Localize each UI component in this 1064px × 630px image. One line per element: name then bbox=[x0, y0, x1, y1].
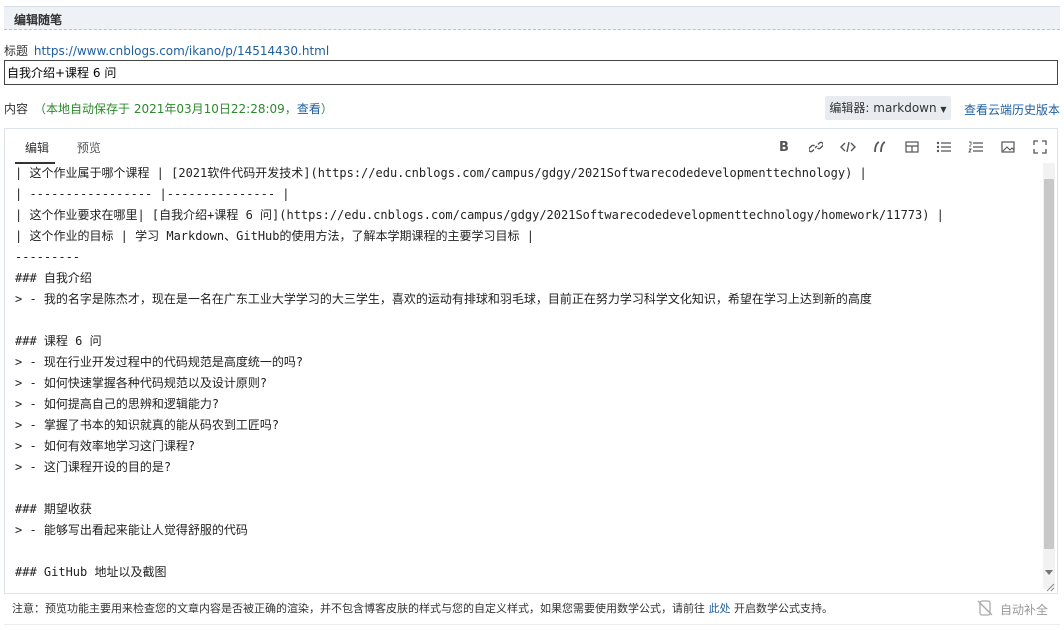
autocomplete-toggle[interactable]: 自动补全 bbox=[976, 599, 1048, 620]
editor-line: ### 自我介绍 bbox=[15, 271, 92, 285]
editor-line: > - 我的名字是陈杰才，现在是一名在广东工业大学学习的大三学生，喜欢的运动有排… bbox=[15, 292, 872, 306]
edit-post-header: 编辑随笔 bbox=[4, 6, 1060, 30]
chevron-down-icon: ▼ bbox=[940, 105, 947, 114]
cloud-history-link[interactable]: 查看云端历史版本 bbox=[964, 101, 1060, 118]
math-settings-link[interactable]: 此处 bbox=[709, 602, 731, 615]
resize-handle-icon[interactable] bbox=[1045, 581, 1055, 592]
editor-line: > - 如何提高自己的思辨和逻辑能力? bbox=[15, 397, 220, 411]
autosave-view-link[interactable]: 查看 bbox=[297, 102, 321, 116]
autosave-text: （本地自动保存于 2021年03月10日22:28:09，查看） bbox=[34, 102, 333, 116]
editor-line: > - 能够写出看起来能让人觉得舒服的代码 bbox=[15, 523, 248, 537]
editor-line: | 这个作业要求在哪里| [自我介绍+课程 6 问](https://edu.c… bbox=[15, 208, 944, 222]
editor-line: | 这个作业属于哪个课程 | [2021软件代码开发技术](https://ed… bbox=[15, 166, 867, 180]
editor-line: > - 如何快速掌握各种代码规范以及设计原则? bbox=[15, 376, 268, 390]
editor-line: ### GitHub 地址以及截图 bbox=[15, 565, 167, 579]
editor-toolbar: B bbox=[775, 138, 1049, 156]
scrollbar-thumb[interactable] bbox=[1044, 179, 1054, 549]
preview-note: 注意：预览功能主要用来检查您的文章内容是否被正确的渲染，并不包含博客皮肤的样式与… bbox=[12, 602, 833, 615]
content-row: 内容 （本地自动保存于 2021年03月10日22:28:09，查看） bbox=[4, 100, 333, 117]
title-row: 标题 https://www.cnblogs.com/ikano/p/14514… bbox=[4, 42, 329, 59]
editor-line: > - 如何有效率地学习这门课程? bbox=[15, 439, 196, 453]
divider bbox=[4, 624, 1060, 625]
editor-line: > - 现在行业开发过程中的代码规范是高度统一的吗? bbox=[15, 355, 304, 369]
code-icon[interactable] bbox=[839, 138, 857, 156]
tab-edit[interactable]: 编辑 bbox=[15, 139, 56, 164]
scroll-down-arrow-icon[interactable] bbox=[1045, 570, 1053, 575]
editor-line: ### 课程 6 问 bbox=[15, 334, 102, 348]
post-url-link[interactable]: https://www.cnblogs.com/ikano/p/14514430… bbox=[34, 44, 329, 58]
image-icon[interactable] bbox=[999, 138, 1017, 156]
editor-line: --------- bbox=[15, 250, 81, 264]
link-icon[interactable] bbox=[807, 138, 825, 156]
header-title: 编辑随笔 bbox=[14, 13, 63, 27]
editor-type-dropdown[interactable]: 编辑器: markdown ▼ bbox=[825, 96, 951, 120]
editor-scrollbar[interactable] bbox=[1043, 163, 1055, 589]
content-label: 内容 bbox=[4, 102, 29, 116]
markdown-editor: 编辑 预览 B | 这个作业属于哪个课程 | [2021软件代码开发技术](ht… bbox=[4, 128, 1058, 594]
markdown-textarea[interactable]: | 这个作业属于哪个课程 | [2021软件代码开发技术](https://ed… bbox=[15, 163, 1033, 583]
ordered-list-icon[interactable] bbox=[967, 138, 985, 156]
quote-icon[interactable] bbox=[871, 138, 889, 156]
tab-preview[interactable]: 预览 bbox=[77, 139, 101, 162]
editor-line: ### 期望收获 bbox=[15, 502, 92, 516]
table-icon[interactable] bbox=[903, 138, 921, 156]
editor-line: > - 掌握了书本的知识就真的能从码农到工匠吗? bbox=[15, 418, 280, 432]
title-label: 标题 bbox=[4, 44, 29, 58]
bold-button[interactable]: B bbox=[775, 138, 793, 156]
bullet-list-icon[interactable] bbox=[935, 138, 953, 156]
editor-line: > - 这门课程开设的目的是? bbox=[15, 460, 172, 474]
title-input[interactable] bbox=[4, 60, 1058, 85]
fullscreen-icon[interactable] bbox=[1031, 138, 1049, 156]
autocomplete-off-icon bbox=[976, 599, 994, 620]
autocomplete-label: 自动补全 bbox=[1000, 603, 1049, 617]
editor-tabs: 编辑 预览 bbox=[15, 139, 119, 164]
editor-line: | ----------------- |--------------- | bbox=[15, 187, 290, 201]
editor-line: | 这个作业的目标 | 学习 Markdown、GitHub的使用方法，了解本学… bbox=[15, 229, 534, 243]
